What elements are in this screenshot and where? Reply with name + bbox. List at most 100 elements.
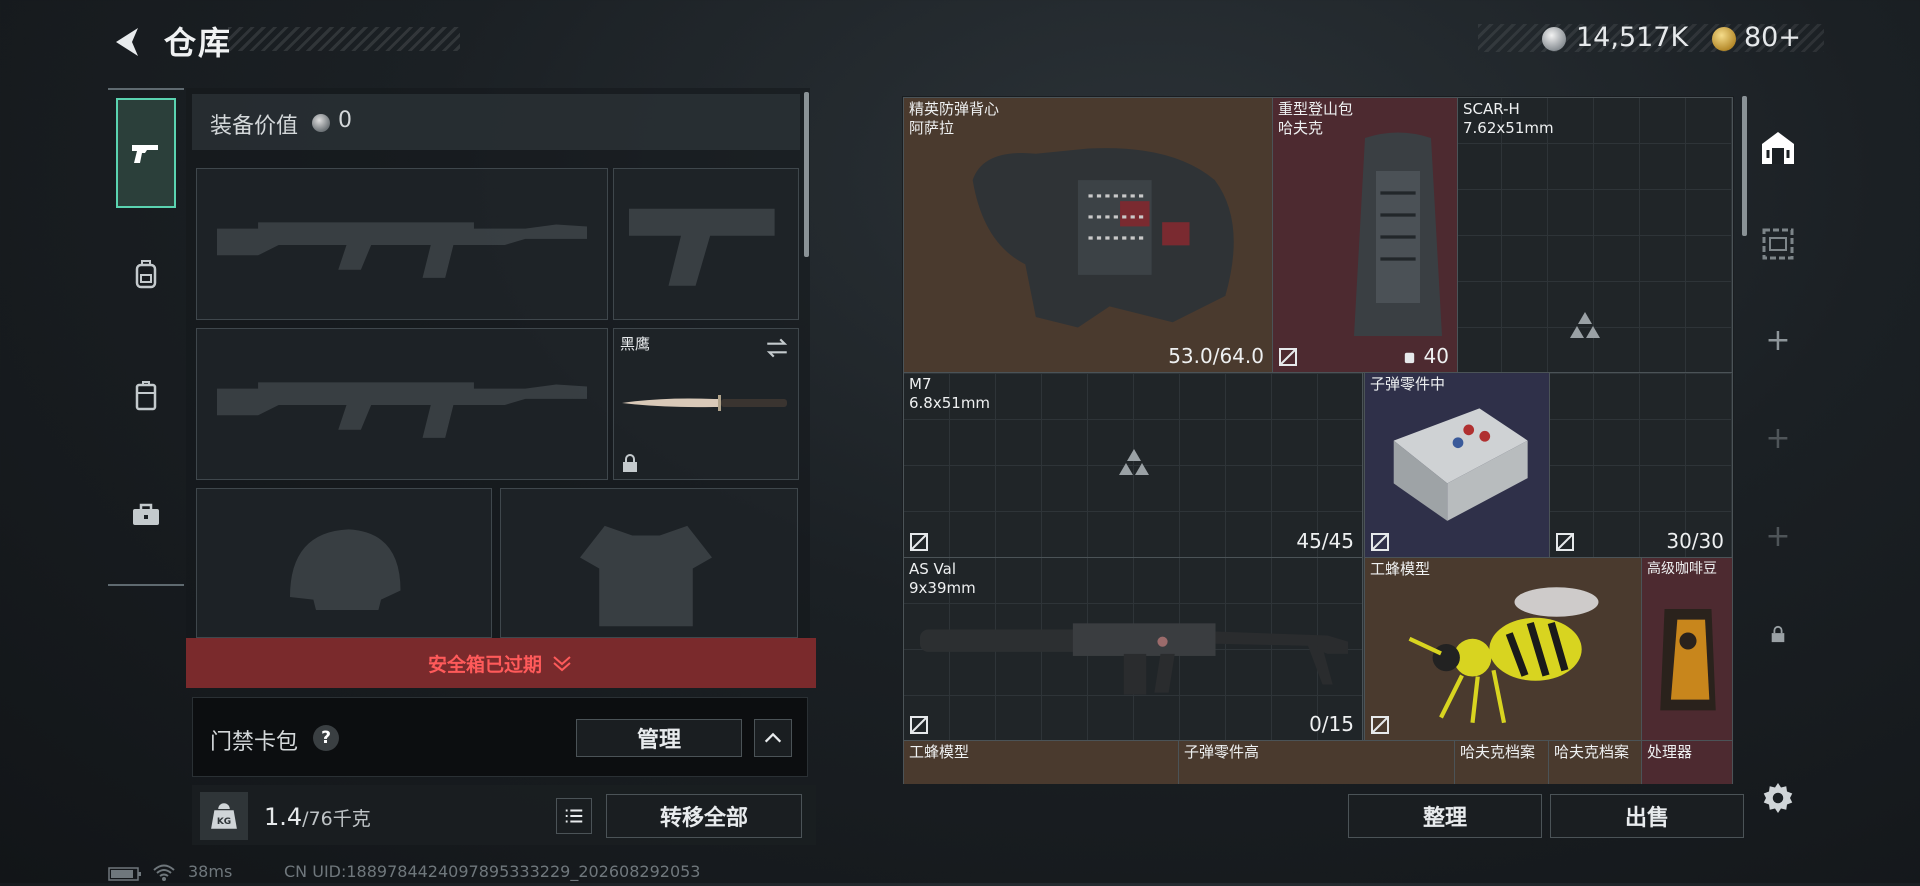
helmet-placeholder-icon (290, 529, 401, 610)
stash-item-coffee[interactable]: 高级咖啡豆 (1641, 557, 1733, 741)
weight-unit: /76千克 (302, 808, 371, 830)
pistol-icon (132, 145, 158, 163)
tab-case[interactable] (116, 340, 176, 450)
item-name: 精英防弹背心 (909, 100, 1000, 118)
stash-item-scar[interactable]: SCAR-H 7.62x51mm (1457, 97, 1733, 373)
item-count: 45/45 (1296, 529, 1354, 553)
bee-model-image (1408, 587, 1599, 724)
settings-button[interactable] (1750, 770, 1806, 826)
item-count: 40 (1402, 344, 1449, 368)
knife-image (622, 395, 787, 411)
add-page-button-2[interactable]: + (1750, 410, 1806, 466)
lock-icon (623, 454, 637, 472)
stash-tab-frame[interactable] (1750, 216, 1806, 272)
lock-icon (1771, 625, 1785, 643)
list-view-button[interactable] (556, 798, 592, 834)
no-insurance-icon (1279, 348, 1297, 366)
backpack-icon (135, 260, 157, 289)
melee-name: 黑鹰 (620, 335, 651, 353)
stash-item-bullet-parts-high[interactable]: 子弹零件高 (1178, 740, 1455, 784)
toolbox-icon (133, 503, 159, 525)
chevron-up-icon (764, 732, 782, 743)
item-sub: 阿萨拉 (909, 119, 955, 137)
collapse-button[interactable] (754, 719, 792, 757)
back-arrow-icon[interactable] (108, 22, 148, 62)
title-decoration (228, 27, 460, 51)
plus-icon: + (1765, 420, 1791, 456)
stash-item-backpack[interactable]: 重型登山包 哈夫克 40 (1272, 97, 1458, 373)
equip-value: 0 (338, 108, 352, 133)
help-icon[interactable]: ? (313, 725, 339, 751)
weapon-placeholder-icon (1570, 312, 1600, 338)
item-name: 子弹零件中 (1370, 375, 1446, 393)
no-insurance-icon (1371, 716, 1389, 734)
backpack-icon (1405, 352, 1415, 364)
weight-readout: 1.4/76千克 (264, 803, 371, 831)
swap-icon[interactable] (764, 335, 790, 361)
item-name: 子弹零件高 (1184, 743, 1260, 761)
item-name: 哈夫克档案 (1554, 743, 1630, 761)
add-page-button-3[interactable]: + (1750, 508, 1806, 564)
battery-icon (108, 866, 142, 886)
equip-value-bar: 装备价值 0 (192, 94, 800, 150)
tab-weapons[interactable] (116, 98, 176, 208)
tab-toolbox[interactable] (116, 460, 176, 570)
item-count: 53.0/64.0 (1168, 344, 1264, 368)
stash-item-asval[interactable]: AS Val 9x39mm 0/15 (903, 557, 1363, 741)
no-insurance-icon (910, 716, 928, 734)
loadout-scrollbar[interactable] (804, 92, 809, 257)
stash-item-bullet-parts[interactable]: 子弹零件中 (1364, 372, 1550, 558)
wifi-icon (152, 862, 176, 886)
locked-page[interactable] (1750, 606, 1806, 662)
stash-item-ammo[interactable]: 30/30 (1549, 372, 1733, 558)
rifle-image (920, 623, 1348, 695)
home-icon (1762, 132, 1794, 164)
silver-currency: 14,517K (1576, 22, 1689, 53)
list-icon (565, 809, 583, 823)
stash-item-m7[interactable]: M7 6.8x51mm 45/45 (903, 372, 1363, 558)
weapon-placeholder-icon (217, 382, 587, 438)
secondary-weapon-slot[interactable] (196, 328, 608, 480)
item-name: 工蜂模型 (909, 743, 970, 761)
safe-box-status: 安全箱已过期 (427, 653, 542, 676)
ping-readout: 38ms (188, 862, 233, 881)
capacity-value: 40 (1423, 344, 1449, 368)
melee-slot[interactable]: 黑鹰 (613, 328, 799, 480)
item-count: 0/15 (1309, 712, 1354, 736)
sort-button[interactable]: 整理 (1348, 794, 1542, 838)
pistol-slot[interactable] (613, 168, 799, 320)
transfer-all-button[interactable]: 转移全部 (606, 794, 802, 838)
gold-currency[interactable]: 80+ (1744, 22, 1801, 53)
plus-icon: + (1765, 322, 1791, 358)
stash-item-processor[interactable]: 处理器 (1641, 740, 1733, 784)
stash-item-haavk-file-1[interactable]: 哈夫克档案 (1454, 740, 1549, 784)
silver-coin-icon (1542, 27, 1566, 51)
gold-coin-icon (1712, 27, 1736, 51)
stash-item-vest[interactable]: 精英防弹背心 阿萨拉 53.0/64.0 (903, 97, 1273, 373)
item-sub: 7.62x51mm (1463, 119, 1554, 137)
stash-item-bee-model-2[interactable]: 工蜂模型 (903, 740, 1179, 784)
helmet-slot[interactable] (196, 488, 492, 638)
armor-placeholder-icon (580, 525, 712, 627)
weapon-placeholder-icon (1119, 449, 1149, 475)
case-icon (135, 381, 157, 411)
gear-icon (1763, 783, 1793, 813)
plus-icon: + (1765, 518, 1791, 554)
item-sub: 6.8x51mm (909, 394, 991, 412)
stash-tab-home[interactable] (1750, 120, 1806, 176)
armor-slot[interactable] (500, 488, 798, 638)
ammo-box-image (1393, 408, 1528, 521)
stash-scrollbar[interactable] (1742, 96, 1747, 236)
stash-item-bee-model[interactable]: 工蜂模型 (1364, 557, 1642, 741)
sell-button[interactable]: 出售 (1550, 794, 1744, 838)
item-sub: 哈夫克 (1278, 119, 1324, 137)
manage-button[interactable]: 管理 (576, 719, 742, 757)
stash-item-haavk-file-2[interactable]: 哈夫克档案 (1548, 740, 1642, 784)
add-page-button-1[interactable]: + (1750, 312, 1806, 368)
primary-weapon-slot[interactable] (196, 168, 608, 320)
item-count: 30/30 (1666, 529, 1724, 553)
weight-value: 1.4 (264, 803, 303, 831)
safe-box-banner[interactable]: 安全箱已过期 (186, 638, 816, 688)
tab-backpack[interactable] (116, 220, 176, 330)
vest-image (972, 148, 1234, 328)
